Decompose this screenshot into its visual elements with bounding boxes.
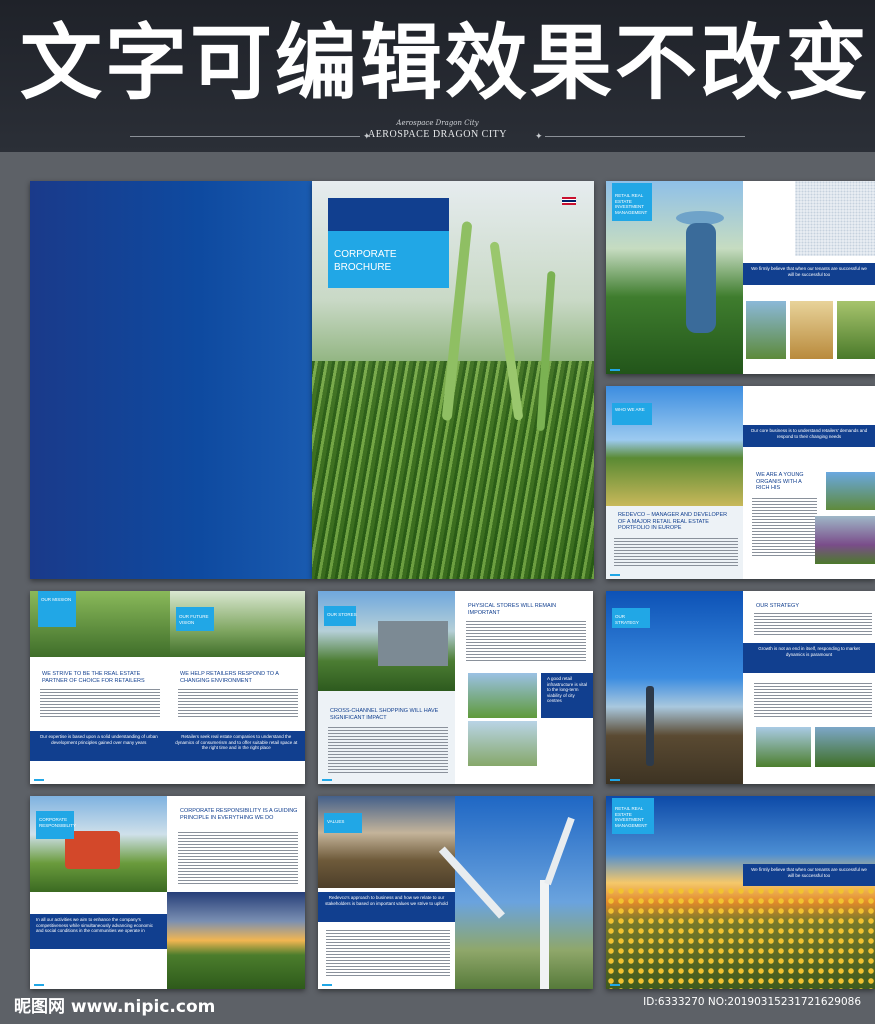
photo-thumb	[815, 516, 875, 564]
sunflower-field-photo	[606, 886, 875, 989]
harvester-photo	[318, 796, 455, 888]
body-text	[326, 930, 450, 978]
page-footer-mark	[610, 984, 620, 986]
spread-sunflowers[interactable]: RETAIL REAL ESTATE INVESTMENT MANAGEMENT…	[606, 796, 875, 989]
pull-quote: In all our activities we aim to enhance …	[30, 914, 167, 949]
spread-responsibility[interactable]: CORPORATE RESPONSIBILITY In all our acti…	[30, 796, 305, 989]
pull-quote: Our expertise is based upon a solid unde…	[39, 734, 158, 745]
section-heading: WE ARE A YOUNG ORGANIS WITH A RICH HIS	[756, 472, 804, 491]
spread-mission[interactable]: OUR MISSION OUR FUTURE VISION WE STRIVE …	[30, 591, 305, 784]
uk-flag-icon[interactable]	[562, 197, 576, 205]
body-text	[328, 727, 448, 775]
pull-quote: We firmly believe that when our tenants …	[743, 864, 875, 886]
cover-front-page[interactable]: CORPORATE BROCHURE	[312, 181, 594, 579]
photo-thumb	[826, 472, 875, 510]
sunset-field-photo	[167, 892, 305, 989]
body-text	[178, 689, 298, 719]
tractor-trailer	[378, 621, 448, 666]
page-footer-mark	[610, 779, 620, 781]
body-text	[178, 832, 298, 884]
body-text	[466, 621, 586, 663]
body-text	[40, 689, 160, 719]
body-text	[614, 538, 738, 568]
tractor-photo	[756, 727, 811, 767]
section-heading: WE HELP RETAILERS RESPOND TO A CHANGING …	[180, 671, 279, 684]
section-label: OUR STRATEGY	[615, 614, 639, 625]
body-text	[752, 498, 817, 558]
hero-banner: 文字可编辑效果不改变 ✦ Aerospace Dragon City AEROS…	[0, 0, 875, 152]
section-label-box: WHO WE ARE	[612, 403, 652, 425]
image-id-watermark: ID:6333270 NO:20190315231721629086	[643, 996, 861, 1008]
section-heading: OUR STRATEGY	[756, 603, 799, 609]
section-label-box: VALUES	[324, 813, 362, 833]
pull-quote: Redevco's approach to business and how w…	[318, 892, 455, 922]
spread-values[interactable]: VALUES Redevco's approach to business an…	[318, 796, 593, 989]
spread-who-we-are[interactable]: WHO WE ARE REDEVCO – MANAGER AND DEVELOP…	[606, 386, 875, 579]
photo-thumb	[468, 673, 537, 718]
section-label: RETAIL REAL ESTATE INVESTMENT MANAGEMENT	[615, 806, 648, 828]
divider-right	[545, 136, 745, 137]
photo-thumb	[746, 301, 786, 359]
pull-quote: A good retail infrastructure is vital to…	[541, 673, 593, 718]
section-heading: CROSS-CHANNEL SHOPPING WILL HAVE SIGNIFI…	[330, 708, 439, 721]
section-label: OUR STORES	[327, 612, 357, 617]
pull-quote: Retailers seek real estate companies to …	[175, 734, 298, 750]
star-ornament-right-icon: ✦	[535, 131, 543, 141]
section-label-box: RETAIL REAL ESTATE INVESTMENT MANAGEMENT	[612, 798, 654, 834]
photo-thumb	[837, 301, 875, 359]
cover-title-box: CORPORATE BROCHURE	[328, 231, 449, 288]
turbine-tower	[540, 880, 549, 989]
spread-retail-investment[interactable]: RETAIL REAL ESTATE INVESTMENT MANAGEMENT…	[606, 181, 875, 374]
page-footer-mark	[34, 779, 44, 781]
section-label: CORPORATE RESPONSIBILITY	[39, 817, 77, 828]
section-heading: CORPORATE RESPONSIBILITY IS A GUIDING PR…	[180, 808, 298, 821]
section-label-box: OUR FUTURE VISION	[176, 607, 214, 631]
section-label: RETAIL REAL ESTATE INVESTMENT MANAGEMENT	[615, 193, 648, 215]
section-label: VALUES	[327, 819, 345, 824]
europe-map	[795, 181, 875, 256]
section-label-box: CORPORATE RESPONSIBILITY	[36, 811, 77, 839]
section-label: WHO WE ARE	[615, 407, 645, 412]
hero-script-subtitle: Aerospace Dragon City	[396, 119, 479, 127]
section-label-box: RETAIL REAL ESTATE INVESTMENT MANAGEMENT	[612, 183, 652, 221]
pull-quote: We firmly believe that when our tenants …	[743, 263, 875, 285]
pull-quote: Our core business is to understand retai…	[743, 425, 875, 447]
page-footer-mark	[34, 984, 44, 986]
hero-subtitle: AEROSPACE DRAGON CITY	[367, 129, 508, 140]
quote-band: Our expertise is based upon a solid unde…	[30, 731, 305, 761]
section-label: OUR MISSION	[41, 597, 72, 602]
section-heading: PHYSICAL STORES WILL REMAIN IMPORTANT	[468, 603, 557, 616]
farmer-figure	[646, 686, 654, 766]
cover-back-page[interactable]	[30, 181, 312, 579]
pull-quote: Growth is not an end in itself, respondi…	[743, 643, 875, 673]
photo-thumb	[815, 727, 875, 767]
spread-stores[interactable]: OUR STORES CROSS-CHANNEL SHOPPING WILL H…	[318, 591, 593, 784]
site-watermark: 昵图网 www.nipic.com	[14, 997, 216, 1017]
section-heading: REDEVCO – MANAGER AND DEVELOPER OF A MAJ…	[618, 512, 728, 531]
page-footer-mark	[610, 574, 620, 576]
cover-title-navy-block	[328, 198, 449, 231]
section-label-box: OUR STRATEGY	[612, 608, 650, 628]
section-heading: WE STRIVE TO BE THE REAL ESTATE PARTNER …	[42, 671, 145, 684]
section-label-box: OUR MISSION	[38, 591, 76, 627]
page-footer-mark	[610, 369, 620, 371]
drone-photo	[468, 721, 537, 766]
page-footer-mark	[322, 779, 332, 781]
page-footer-mark	[322, 984, 332, 986]
spread-strategy[interactable]: OUR STRATEGY OUR STRATEGY Growth is not …	[606, 591, 875, 784]
body-text	[754, 683, 872, 719]
windmill-photo-thumb	[790, 301, 833, 359]
cover-title: CORPORATE BROCHURE	[334, 249, 397, 273]
body-text	[754, 613, 872, 637]
farmer-figure	[686, 223, 716, 333]
section-label-box: OUR STORES	[324, 606, 357, 626]
hero-title: 文字可编辑效果不改变	[20, 18, 871, 110]
section-label: OUR FUTURE VISION	[179, 614, 209, 625]
